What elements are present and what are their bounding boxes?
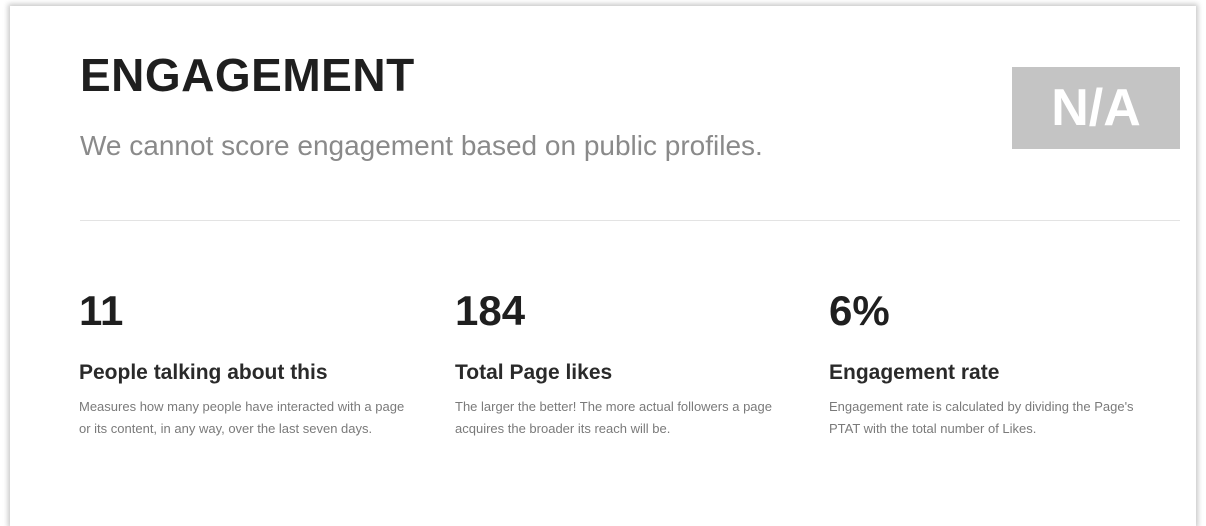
metric-engagement-rate: 6% Engagement rate Engagement rate is ca…	[829, 284, 1159, 440]
metric-label: Engagement rate	[829, 361, 1000, 384]
section-subtitle: We cannot score engagement based on publ…	[80, 130, 763, 161]
metric-value: 6%	[829, 287, 890, 334]
metric-label: People talking about this	[79, 361, 328, 384]
metric-description: The larger the better! The more actual f…	[455, 399, 772, 436]
metric-label: Total Page likes	[455, 361, 613, 384]
metric-people-talking: 11 People talking about this Measures ho…	[79, 284, 409, 440]
section-title: ENGAGEMENT	[80, 49, 415, 101]
metric-total-page-likes: 184 Total Page likes The larger the bett…	[455, 284, 785, 440]
divider	[80, 220, 1180, 221]
metric-description: Measures how many people have interacted…	[79, 399, 405, 436]
metric-value: 11	[79, 287, 124, 334]
metric-description: Engagement rate is calculated by dividin…	[829, 399, 1134, 436]
metric-value: 184	[455, 287, 526, 334]
engagement-card: ENGAGEMENT We cannot score engagement ba…	[10, 6, 1196, 526]
score-badge: N/A	[1012, 67, 1180, 149]
